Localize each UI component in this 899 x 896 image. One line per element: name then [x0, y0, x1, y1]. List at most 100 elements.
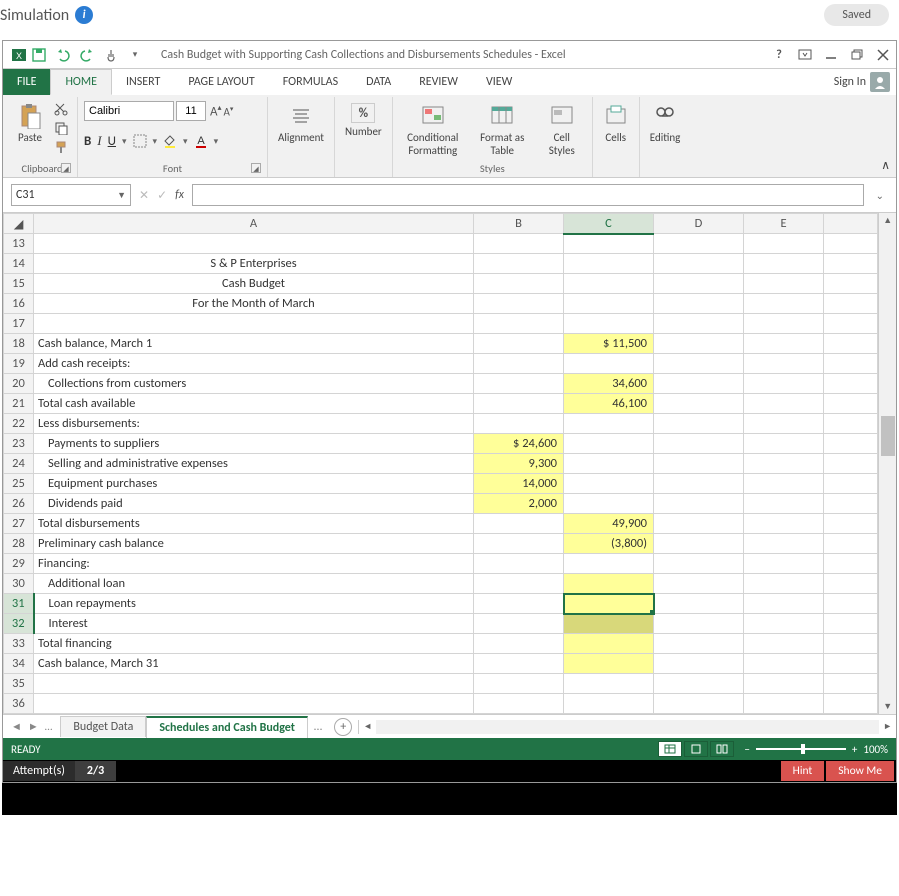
cell[interactable] — [824, 314, 878, 334]
row-header[interactable]: 13 — [4, 234, 34, 254]
font-size-input[interactable] — [176, 101, 206, 121]
cell[interactable] — [564, 474, 654, 494]
cell[interactable] — [654, 254, 744, 274]
cell[interactable] — [474, 314, 564, 334]
cell[interactable] — [654, 674, 744, 694]
cell[interactable] — [474, 594, 564, 614]
cell[interactable]: Cash balance, March 31 — [34, 654, 474, 674]
cell[interactable] — [474, 254, 564, 274]
cell[interactable] — [34, 314, 474, 334]
col-header-a[interactable]: A — [34, 214, 474, 234]
close-icon[interactable] — [876, 49, 890, 61]
cell[interactable] — [824, 294, 878, 314]
hint-button[interactable]: Hint — [781, 761, 825, 781]
row-header[interactable]: 31 — [4, 594, 34, 614]
cell[interactable] — [824, 494, 878, 514]
scroll-up-icon[interactable]: ▲ — [883, 213, 892, 228]
cell[interactable] — [654, 514, 744, 534]
cell[interactable] — [654, 414, 744, 434]
show-me-button[interactable]: Show Me — [826, 761, 894, 781]
cell[interactable] — [564, 654, 654, 674]
clipboard-dialog-launcher-icon[interactable]: ◢ — [61, 163, 71, 173]
col-header-c[interactable]: C — [564, 214, 654, 234]
enter-formula-icon[interactable]: ✓ — [157, 188, 167, 203]
cell[interactable]: Less disbursements: — [34, 414, 474, 434]
cell[interactable] — [474, 234, 564, 254]
row-header[interactable]: 33 — [4, 634, 34, 654]
cell[interactable] — [654, 594, 744, 614]
cell[interactable]: Selling and administrative expenses — [34, 454, 474, 474]
cell[interactable] — [744, 614, 824, 634]
cell[interactable]: $ 11,500 — [564, 334, 654, 354]
row-header[interactable]: 15 — [4, 274, 34, 294]
cell[interactable] — [654, 694, 744, 714]
cell[interactable] — [824, 554, 878, 574]
cell[interactable] — [654, 534, 744, 554]
cell[interactable] — [564, 434, 654, 454]
info-icon[interactable]: i — [75, 6, 93, 24]
cell[interactable] — [824, 474, 878, 494]
scroll-down-icon[interactable]: ▼ — [883, 699, 892, 714]
cell[interactable] — [824, 634, 878, 654]
cell[interactable] — [564, 294, 654, 314]
cell[interactable] — [824, 614, 878, 634]
cell[interactable] — [744, 674, 824, 694]
cell[interactable] — [744, 294, 824, 314]
col-header-blank[interactable] — [824, 214, 878, 234]
spreadsheet-grid[interactable]: ◢ A B C D E 1314S & P Enterprises15Cash … — [3, 213, 878, 714]
cell[interactable] — [824, 674, 878, 694]
cell[interactable] — [744, 374, 824, 394]
cell[interactable] — [564, 454, 654, 474]
cell[interactable] — [474, 334, 564, 354]
cell[interactable] — [824, 594, 878, 614]
italic-button[interactable]: I — [97, 133, 101, 149]
cell[interactable] — [744, 514, 824, 534]
cell[interactable]: (3,800) — [564, 534, 654, 554]
fill-dropdown-icon[interactable]: ▾ — [183, 136, 188, 147]
cell[interactable] — [744, 634, 824, 654]
cells-button[interactable]: Cells — [599, 101, 633, 146]
cell[interactable] — [564, 494, 654, 514]
cell[interactable] — [654, 314, 744, 334]
row-header[interactable]: 19 — [4, 354, 34, 374]
underline-button[interactable]: U — [108, 134, 116, 149]
cell[interactable]: 2,000 — [474, 494, 564, 514]
cell[interactable]: S & P Enterprises — [34, 254, 474, 274]
cell[interactable] — [744, 594, 824, 614]
increase-font-icon[interactable]: A▴ — [210, 103, 222, 119]
row-header[interactable]: 36 — [4, 694, 34, 714]
cell[interactable] — [744, 554, 824, 574]
cell[interactable] — [824, 374, 878, 394]
collapse-ribbon-icon[interactable]: ∧ — [881, 158, 890, 173]
cell[interactable] — [564, 574, 654, 594]
qat-customize-icon[interactable]: ▾ — [125, 45, 145, 65]
format-as-table-button[interactable]: Format as Table — [471, 101, 534, 159]
cell[interactable] — [744, 274, 824, 294]
cell[interactable] — [564, 674, 654, 694]
cell[interactable] — [564, 254, 654, 274]
row-header[interactable]: 20 — [4, 374, 34, 394]
view-page-layout-icon[interactable] — [684, 741, 708, 757]
cell[interactable]: 49,900 — [564, 514, 654, 534]
cell[interactable]: Dividends paid — [34, 494, 474, 514]
zoom-control[interactable]: − + 100% — [744, 743, 888, 756]
cell[interactable] — [654, 274, 744, 294]
cell[interactable] — [654, 454, 744, 474]
undo-icon[interactable] — [53, 45, 73, 65]
cell[interactable] — [744, 414, 824, 434]
tab-home[interactable]: HOME — [50, 69, 112, 95]
cell[interactable] — [744, 694, 824, 714]
save-icon[interactable] — [29, 45, 49, 65]
cell[interactable] — [654, 334, 744, 354]
cell[interactable] — [474, 274, 564, 294]
cut-icon[interactable] — [51, 101, 71, 117]
cell[interactable] — [474, 294, 564, 314]
cell[interactable] — [564, 694, 654, 714]
cell[interactable] — [474, 374, 564, 394]
cell[interactable] — [654, 494, 744, 514]
sign-in[interactable]: Sign In — [834, 69, 896, 95]
cell[interactable] — [654, 354, 744, 374]
sheet-tab-schedules[interactable]: Schedules and Cash Budget — [146, 716, 308, 738]
cell[interactable] — [744, 534, 824, 554]
cell[interactable] — [474, 674, 564, 694]
